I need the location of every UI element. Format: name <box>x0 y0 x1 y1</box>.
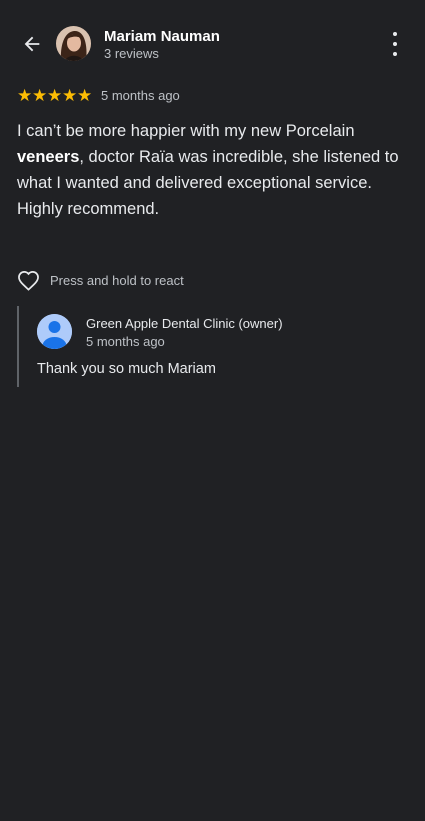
reviewer-name[interactable]: Mariam Nauman <box>104 28 220 45</box>
reviewer-photo <box>56 26 91 61</box>
arrow-back-icon <box>24 36 40 52</box>
owner-reply: Green Apple Dental Clinic (owner) 5 mont… <box>17 306 409 387</box>
reviewer-review-count: 3 reviews <box>104 46 159 61</box>
owner-avatar <box>37 314 72 349</box>
star-icon: ★ <box>32 85 48 105</box>
react-button[interactable]: Press and hold to react <box>17 268 184 292</box>
rating-row: ★ ★ ★ ★ ★ 5 months ago <box>17 86 180 104</box>
react-label: Press and hold to react <box>50 272 184 288</box>
reviewer-avatar[interactable] <box>56 26 91 61</box>
star-icon: ★ <box>17 85 33 105</box>
back-button[interactable] <box>18 30 46 58</box>
review-time: 5 months ago <box>101 87 180 103</box>
owner-reply-time: 5 months ago <box>86 334 165 349</box>
app-header: Mariam Nauman 3 reviews <box>0 0 425 88</box>
more-vert-icon <box>393 32 397 36</box>
review-text: I can’t be more happier with my new Porc… <box>17 118 412 222</box>
star-icon: ★ <box>77 85 93 105</box>
heart-outline-icon <box>18 270 39 291</box>
review-text-part: I can’t be more happier with my new Porc… <box>17 122 355 140</box>
review-text-bold: veneers <box>17 148 80 166</box>
star-icon: ★ <box>47 85 63 105</box>
more-options-button[interactable] <box>385 32 405 56</box>
owner-reply-text: Thank you so much Mariam <box>37 361 216 377</box>
star-icon: ★ <box>62 85 78 105</box>
owner-name: Green Apple Dental Clinic (owner) <box>86 316 283 331</box>
person-icon <box>37 314 72 349</box>
star-rating: ★ ★ ★ ★ ★ <box>17 87 92 104</box>
review-text-part: Highly recommend. <box>17 200 160 218</box>
